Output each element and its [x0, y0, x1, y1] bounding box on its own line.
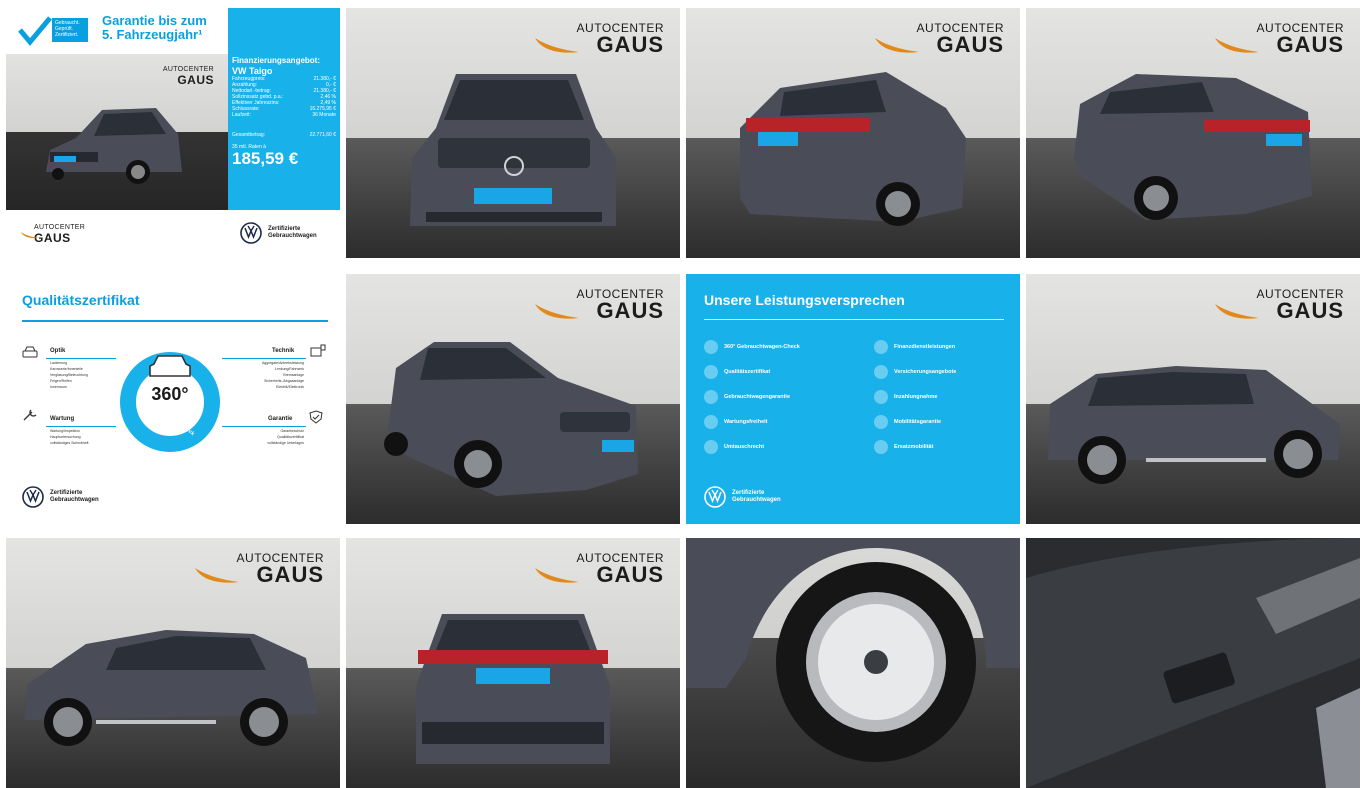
- autocenter-gaus-logo: AUTOCENTER GAUS: [577, 552, 664, 586]
- gallery-tile-11-wheel[interactable]: [686, 538, 1020, 788]
- vw-logo-icon: [240, 222, 262, 244]
- promise-item: Versicherungsangebote: [874, 365, 956, 379]
- car-engine-icon: [310, 344, 326, 357]
- swoosh-icon: [20, 230, 40, 240]
- car-thumbnail: AUTOCENTER GAUS: [6, 54, 228, 210]
- promise-item: Ersatzmobilität: [874, 440, 933, 454]
- gallery-tile-6-front-left[interactable]: AUTOCENTER GAUS: [346, 274, 680, 524]
- gallery-tile-9-side-left[interactable]: AUTOCENTER GAUS: [6, 538, 340, 788]
- checkmark-icon: [18, 16, 52, 46]
- section-garantie: Garantie: [268, 416, 293, 422]
- autocenter-gaus-logo: AUTOCENTER GAUS: [917, 22, 1004, 56]
- promise-icon: [704, 415, 718, 429]
- promise-item: Gebrauchtwagengarantie: [704, 390, 790, 404]
- autocenter-gaus-logo: AUTOCENTER GAUS: [577, 288, 664, 322]
- promise-item: Umtauschrecht: [704, 440, 764, 454]
- vw-logo-icon: [704, 486, 726, 508]
- swoosh-icon: [193, 564, 241, 586]
- swoosh-icon: [533, 34, 581, 56]
- divider: [222, 426, 306, 427]
- guarantee-banner: Gebraucht. Geprüft. Zertifiziert. Garant…: [6, 8, 228, 54]
- promise-item: Inzahlungnahme: [874, 390, 937, 404]
- autocenter-gaus-logo: AUTOCENTER GAUS: [1257, 288, 1344, 322]
- promise-icon: [874, 440, 888, 454]
- financing-heading: Finanzierungsangebot:: [232, 56, 320, 65]
- tile-footer: AUTOCENTER GAUS Zertifizierte Gebrauchtwa…: [6, 210, 340, 258]
- gallery-tile-1-financing[interactable]: Gebraucht. Geprüft. Zertifiziert. Garant…: [6, 8, 340, 258]
- promise-title: Unsere Leistungsversprechen: [704, 292, 905, 308]
- model-name: VW Taigo: [232, 66, 273, 76]
- gallery-tile-2-front[interactable]: AUTOCENTER GAUS: [346, 8, 680, 258]
- wrench-icon: [23, 409, 37, 421]
- rate-value: 185,59 €: [232, 149, 299, 168]
- car-front-three-quarter-image: [46, 108, 182, 184]
- promise-item: Finanzdienstleistungen: [874, 340, 955, 354]
- divider: [222, 358, 306, 359]
- gallery-tile-5-quality-certificate[interactable]: Qualitätszertifikat Optik Lackierung Karo…: [6, 274, 340, 524]
- promise-icon: [704, 390, 718, 404]
- gallery-tile-8-side-right[interactable]: AUTOCENTER GAUS: [1026, 274, 1360, 524]
- shield-icon: [309, 410, 323, 424]
- wartung-list: Wartung/Inspektion Hauptuntersuchung volls…: [50, 429, 89, 445]
- divider: [704, 319, 1004, 320]
- guarantee-text: Garantie bis zum 5. Fahrzeugjahr¹: [102, 13, 207, 42]
- swoosh-icon: [1213, 34, 1261, 56]
- ring-number: 360°: [151, 384, 189, 404]
- gallery-tile-12-door-panel[interactable]: [1026, 538, 1360, 788]
- quality-title: Qualitätszertifikat: [22, 292, 140, 308]
- gallery-tile-3-rear-left[interactable]: AUTOCENTER GAUS: [686, 8, 1020, 258]
- certified-used-cars-label: Zertifizierte Gebrauchtwagen: [732, 490, 781, 503]
- swoosh-icon: [533, 564, 581, 586]
- divider: [22, 320, 328, 322]
- promise-item: Mobilitätsgarantie: [874, 415, 941, 429]
- gallery-tile-4-rear-right[interactable]: AUTOCENTER GAUS: [1026, 8, 1360, 258]
- section-wartung: Wartung: [50, 416, 75, 422]
- financing-panel: Finanzierungsangebot: VW Taigo Fahrzeugp…: [228, 8, 340, 210]
- certified-badge: Gebraucht. Geprüft. Zertifiziert.: [52, 18, 88, 42]
- promise-icon: [704, 440, 718, 454]
- promise-icon: [704, 365, 718, 379]
- certified-used-cars-label: Zertifizierte Gebrauchtwagen: [268, 226, 317, 239]
- promise-icon: [874, 415, 888, 429]
- vw-logo-icon: [22, 486, 44, 508]
- autocenter-gaus-logo: AUTOCENTER GAUS: [1257, 22, 1344, 56]
- gallery-tile-10-rear[interactable]: AUTOCENTER GAUS: [346, 538, 680, 788]
- optik-list: Lackierung Karosserie/Innenteile Verglasun…: [50, 361, 88, 389]
- divider: [46, 358, 116, 359]
- certified-used-cars-label: Zertifizierte Gebrauchtwagen: [50, 490, 99, 503]
- technik-list: Aggregate/Antriebsleistung Lenkung/Fahrwe…: [261, 361, 304, 389]
- divider: [46, 426, 116, 427]
- wheel-closeup-image: [686, 538, 1020, 762]
- autocenter-gaus-logo: AUTOCENTER GAUS: [237, 552, 324, 586]
- promise-item: Qualitätszertifikat: [704, 365, 770, 379]
- garantie-list: Garantieschutz Qualitätszertifikat vollstä…: [267, 429, 304, 445]
- gallery-tile-7-service-promise[interactable]: Unsere Leistungsversprechen 360° Gebrauc…: [686, 274, 1020, 524]
- promise-icon: [874, 340, 888, 354]
- swoosh-icon: [1213, 300, 1261, 322]
- section-optik: Optik: [50, 348, 66, 354]
- swoosh-icon: [873, 34, 921, 56]
- autocenter-gaus-logo: AUTOCENTER GAUS: [577, 22, 664, 56]
- promise-item: Wartungsfreiheit: [704, 415, 768, 429]
- promise-item: 360° Gebrauchtwagen-Check: [704, 340, 800, 354]
- door-panel-interior-image: [1026, 538, 1360, 788]
- swoosh-icon: [533, 300, 581, 322]
- promise-icon: [704, 340, 718, 354]
- promise-icon: [874, 390, 888, 404]
- promise-icon: [874, 365, 888, 379]
- section-technik: Technik: [272, 348, 295, 354]
- car-front-icon: [22, 346, 38, 358]
- autocenter-gaus-logo: AUTOCENTER GAUS: [34, 224, 85, 244]
